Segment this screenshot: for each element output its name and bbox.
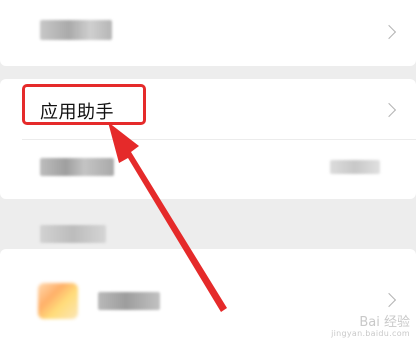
- watermark-brand: Bai 经验: [359, 314, 410, 330]
- annotation-arrow: [108, 122, 227, 312]
- watermark: Bai 经验 jingyan.baidu.com: [331, 314, 410, 339]
- watermark-url: jingyan.baidu.com: [331, 329, 410, 339]
- annotation-arrow-shape: [108, 122, 227, 312]
